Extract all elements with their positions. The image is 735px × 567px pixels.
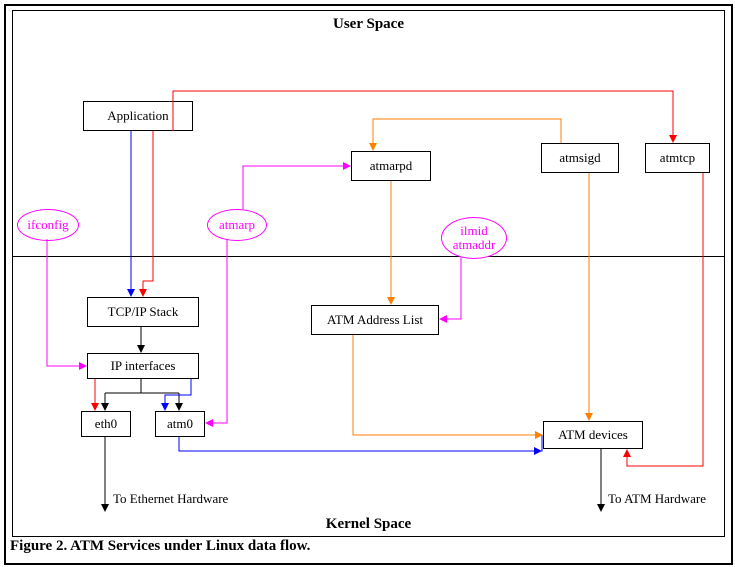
node-atmarpd: atmarpd — [351, 151, 431, 181]
figure-caption: Figure 2. ATM Services under Linux data … — [10, 538, 310, 555]
node-eth0: eth0 — [81, 411, 131, 437]
node-atm0: atm0 — [155, 411, 205, 437]
diagram-canvas: User Space Kernel Space Application atma… — [12, 10, 725, 537]
node-ilmid-atmaddr: ilmid atmaddr — [441, 217, 507, 259]
node-tcpip: TCP/IP Stack — [87, 297, 199, 327]
arrow-layer — [13, 11, 724, 536]
node-atm-devices: ATM devices — [543, 421, 643, 449]
label-to-ethernet: To Ethernet Hardware — [113, 491, 228, 507]
node-ip-interfaces: IP interfaces — [87, 353, 199, 379]
node-atmtcp: atmtcp — [645, 143, 710, 173]
node-application: Application — [83, 101, 193, 131]
figure-frame: User Space Kernel Space Application atma… — [4, 4, 733, 565]
region-label-user-space: User Space — [13, 16, 724, 33]
node-atmarp: atmarp — [207, 209, 267, 241]
node-atm-addr-list: ATM Address List — [311, 305, 439, 335]
region-label-kernel-space: Kernel Space — [13, 516, 724, 533]
node-ifconfig: ifconfig — [17, 209, 79, 241]
node-atmsigd: atmsigd — [541, 143, 619, 173]
region-divider — [13, 256, 724, 257]
label-to-atm: To ATM Hardware — [608, 491, 706, 507]
